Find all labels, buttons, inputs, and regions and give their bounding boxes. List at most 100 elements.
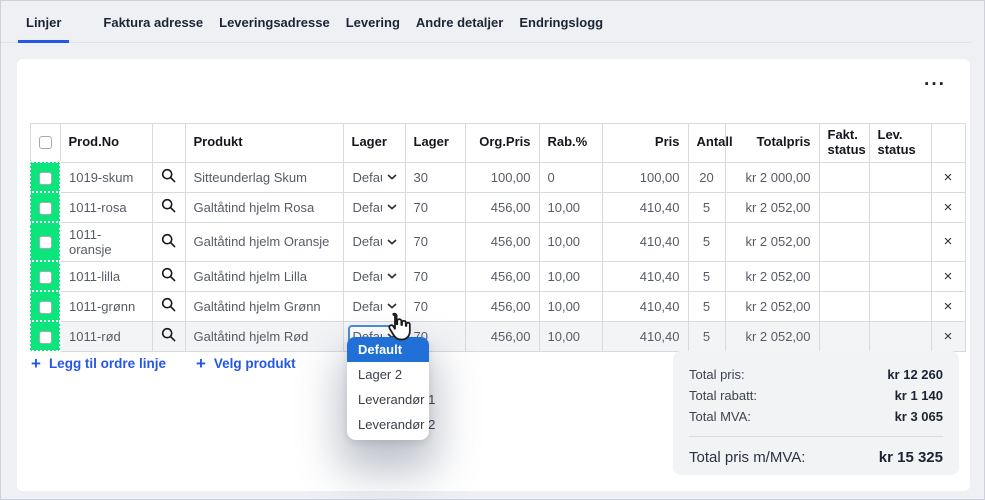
row-checkbox[interactable]	[39, 331, 52, 344]
qty-cell: 5	[688, 261, 725, 291]
total-price-cell: kr 2 052,00	[725, 222, 819, 261]
search-icon[interactable]	[161, 297, 176, 312]
dropdown-option-lager-2[interactable]: Lager 2	[347, 362, 429, 387]
stock-cell: 70	[405, 291, 465, 321]
more-options-button[interactable]: ···	[924, 75, 946, 94]
remove-line-button[interactable]: ×	[944, 233, 953, 250]
discount-cell: 10,00	[539, 222, 602, 261]
tab-andre-detaljer[interactable]: Andre detaljer	[408, 0, 511, 43]
warehouse-cell: Default	[343, 291, 405, 321]
remove-cell: ×	[931, 321, 965, 351]
product-search-cell	[152, 321, 185, 351]
prod-no-cell: 1011-rød	[60, 321, 152, 351]
warehouse-cell: Default	[343, 222, 405, 261]
dropdown-option-leverandør-1[interactable]: Leverandør 1	[347, 387, 429, 412]
add-order-line-label: Legg til ordre linje	[49, 356, 166, 371]
column-header-fakt-status: Fakt. status	[819, 124, 869, 163]
total-row: Total MVA:kr 3 065	[689, 406, 943, 427]
qty-cell: 5	[688, 321, 725, 351]
remove-line-button[interactable]: ×	[944, 328, 953, 345]
search-icon[interactable]	[161, 168, 176, 183]
warehouse-select-value: Default	[353, 269, 382, 284]
column-header-discount: Rab.%	[539, 124, 602, 163]
warehouse-select-value: Default	[353, 200, 382, 215]
column-header-product: Produkt	[185, 124, 343, 163]
invoice-status-cell	[819, 321, 869, 351]
choose-product-label: Velg produkt	[214, 356, 296, 371]
search-icon[interactable]	[161, 198, 176, 213]
column-header-price: Pris	[602, 124, 688, 163]
remove-line-button[interactable]: ×	[944, 298, 953, 315]
grand-total-label: Total pris m/MVA:	[689, 447, 805, 469]
add-order-line-button[interactable]: + Legg til ordre linje	[31, 355, 166, 372]
order-lines-table: Prod.NoProduktLagerLagerOrg.PrisRab.%Pri…	[29, 123, 966, 352]
total-label: Total pris:	[689, 364, 745, 385]
prod-no-cell: 1019-skum	[60, 162, 152, 192]
remove-line-button[interactable]: ×	[944, 268, 953, 285]
row-checkbox[interactable]	[39, 271, 52, 284]
order-line-row: 1011-rød Galtåtind hjelm Rød Default 70 …	[30, 321, 965, 351]
row-checkbox[interactable]	[39, 236, 52, 249]
qty-cell: 5	[688, 222, 725, 261]
order-line-row: 1011-lilla Galtåtind hjelm Lilla Default…	[30, 261, 965, 291]
price-cell: 410,40	[602, 291, 688, 321]
invoice-status-cell	[819, 291, 869, 321]
row-select-cell	[30, 321, 60, 351]
warehouse-select-value: Default	[353, 170, 382, 185]
stock-cell: 30	[405, 162, 465, 192]
total-price-cell: kr 2 000,00	[725, 162, 819, 192]
order-line-row: 1019-skum Sitteunderlag Skum Default 30 …	[30, 162, 965, 192]
warehouse-select[interactable]: Default	[348, 295, 402, 318]
delivery-status-cell	[869, 162, 931, 192]
total-value: kr 3 065	[895, 406, 943, 427]
row-select-cell	[30, 192, 60, 222]
qty-cell: 5	[688, 291, 725, 321]
warehouse-dropdown-menu: DefaultLager 2Leverandør 1Leverandør 2	[347, 337, 429, 440]
remove-line-button[interactable]: ×	[944, 199, 953, 216]
org-price-cell: 100,00	[465, 162, 539, 192]
warehouse-cell: Default	[343, 162, 405, 192]
warehouse-select[interactable]: Default	[348, 166, 402, 189]
column-header-prod-no: Prod.No	[60, 124, 152, 163]
dropdown-option-leverandør-2[interactable]: Leverandør 2	[347, 412, 429, 437]
price-cell: 410,40	[602, 261, 688, 291]
dropdown-option-default[interactable]: Default	[347, 337, 429, 362]
total-price-cell: kr 2 052,00	[725, 321, 819, 351]
chevron-down-icon	[387, 204, 397, 210]
search-icon[interactable]	[161, 267, 176, 282]
tab-levering[interactable]: Levering	[338, 0, 408, 43]
order-lines-screen: LinjerFaktura adresseLeveringsadresseLev…	[0, 0, 985, 500]
remove-cell: ×	[931, 162, 965, 192]
row-checkbox[interactable]	[39, 202, 52, 215]
row-checkbox[interactable]	[39, 172, 52, 185]
plus-icon: +	[196, 355, 206, 372]
product-search-cell	[152, 261, 185, 291]
price-cell: 100,00	[602, 162, 688, 192]
price-cell: 410,40	[602, 222, 688, 261]
tab-endringslogg[interactable]: Endringslogg	[511, 0, 611, 43]
warehouse-select[interactable]: Default	[348, 196, 402, 219]
delivery-status-cell	[869, 192, 931, 222]
total-label: Total rabatt:	[689, 385, 757, 406]
grand-total-value: kr 15 325	[879, 447, 943, 469]
remove-line-button[interactable]: ×	[944, 169, 953, 186]
total-price-cell: kr 2 052,00	[725, 261, 819, 291]
table-actions: + Legg til ordre linje + Velg produkt	[31, 355, 296, 372]
invoice-status-cell	[819, 192, 869, 222]
tab-leveringsadresse[interactable]: Leveringsadresse	[211, 0, 338, 43]
total-value: kr 1 140	[895, 385, 943, 406]
tab-linjer[interactable]: Linjer	[18, 0, 69, 43]
search-icon[interactable]	[161, 233, 176, 248]
warehouse-select[interactable]: Default	[348, 230, 402, 253]
select-all-checkbox[interactable]	[39, 136, 52, 149]
discount-cell: 10,00	[539, 321, 602, 351]
choose-product-button[interactable]: + Velg produkt	[196, 355, 296, 372]
total-row: Total pris:kr 12 260	[689, 364, 943, 385]
warehouse-select-value: Default	[353, 234, 382, 249]
warehouse-select[interactable]: Default	[348, 265, 402, 288]
tab-bar: Linjer Faktura adresseLeveringsadresseLev…	[1, 1, 971, 43]
search-icon[interactable]	[161, 327, 176, 342]
price-cell: 410,40	[602, 192, 688, 222]
row-checkbox[interactable]	[39, 301, 52, 314]
tab-faktura-adresse[interactable]: Faktura adresse	[95, 0, 211, 43]
